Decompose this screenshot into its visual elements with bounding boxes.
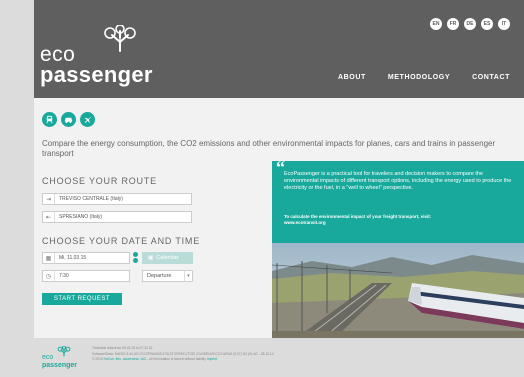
tree-logo-small-icon (57, 346, 71, 357)
promo-box: “ EcoPassenger is a practical tool for t… (272, 157, 524, 243)
language-es-button[interactable]: ES (481, 18, 493, 30)
promo-text: EcoPassenger is a practical tool for tra… (284, 171, 512, 191)
language-it-button[interactable]: IT (498, 18, 510, 30)
departure-select[interactable]: Departure ▾ (142, 270, 193, 282)
time-input[interactable]: ◷ 7:30 (42, 270, 130, 282)
language-switcher: EN FR DE ES IT (430, 18, 510, 30)
transport-modes (42, 112, 95, 127)
datetime-heading: CHOOSE YOUR DATE AND TIME (42, 236, 201, 246)
date-stepper[interactable] (133, 252, 138, 263)
footer-logo-eco: eco (42, 354, 54, 361)
arrival-icon: ⇤ (43, 212, 55, 222)
date-down-icon[interactable] (133, 258, 138, 263)
nav-methodology-link[interactable]: METHODOLOGY (388, 74, 450, 81)
page: eco passenger EN FR DE ES IT ABOUT METHO… (34, 0, 524, 377)
intro-text: Compare the energy consumption, the CO2 … (42, 139, 496, 158)
footer-logo-passenger: passenger (42, 362, 78, 369)
from-station-input[interactable]: ⇥ TREVISO CENTRALE (Italy) (42, 193, 192, 205)
tree-logo-icon (104, 25, 136, 52)
partners-link[interactable]: HaCon, ifeu, awareness, UIC (104, 357, 147, 361)
date-input[interactable]: ▦ Mi, 11.03.15 (42, 252, 130, 264)
footer-logo[interactable]: eco passenger (42, 346, 92, 372)
language-en-button[interactable]: EN (430, 18, 442, 30)
to-station-input[interactable]: ⇤ SPRESIANO (Italy) (42, 211, 192, 223)
language-fr-button[interactable]: FR (447, 18, 459, 30)
imprint-link[interactable]: Imprint (207, 357, 217, 361)
footer-copyright-line: © 2015 HaCon, ifeu, awareness, UIC - All… (92, 357, 217, 361)
calendar-button[interactable]: ▦ Calendar (142, 252, 193, 264)
calendar-small-icon: ▦ (43, 253, 55, 263)
train-photo (272, 243, 524, 341)
plane-icon[interactable] (80, 112, 95, 127)
nav-contact-link[interactable]: CONTACT (472, 74, 510, 81)
main-nav: ABOUT METHODOLOGY CONTACT (338, 74, 510, 81)
eco-passenger-logo[interactable]: eco passenger (38, 25, 168, 87)
logo-passenger-text: passenger (40, 62, 153, 87)
footer-info: Timetable data from 09.03.15 to 07.12.15… (92, 346, 432, 363)
promo-panel: “ EcoPassenger is a practical tool for t… (272, 157, 524, 341)
departure-icon: ⇥ (43, 194, 55, 204)
route-heading: CHOOSE YOUR ROUTE (42, 176, 157, 186)
car-icon[interactable] (61, 112, 76, 127)
language-de-button[interactable]: DE (464, 18, 476, 30)
ecotransit-link[interactable]: www.ecotransit.org (284, 220, 516, 226)
site-footer: eco passenger Timetable data from 09.03.… (34, 338, 524, 377)
train-icon[interactable] (42, 112, 57, 127)
date-up-icon[interactable] (133, 252, 138, 257)
start-request-button[interactable]: START REQUEST (42, 293, 122, 305)
calendar-icon: ▦ (148, 255, 154, 261)
clock-icon: ◷ (43, 271, 55, 281)
freight-note: To calculate the environmental impact of… (284, 214, 516, 226)
nav-about-link[interactable]: ABOUT (338, 74, 366, 81)
chevron-down-icon: ▾ (184, 271, 192, 281)
site-header: eco passenger EN FR DE ES IT ABOUT METHO… (34, 0, 524, 98)
